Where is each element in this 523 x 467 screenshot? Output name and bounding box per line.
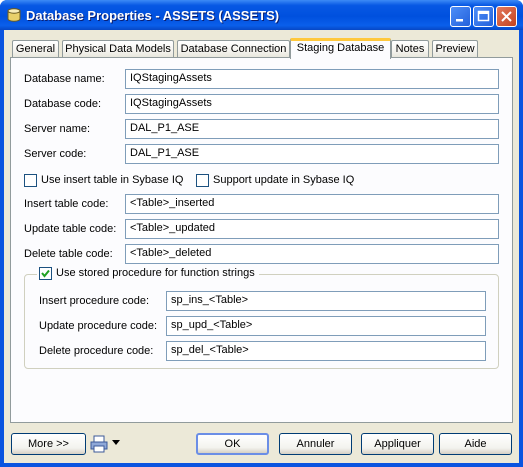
tab-database-connection[interactable]: Database Connection bbox=[177, 40, 290, 58]
tab-notes[interactable]: Notes bbox=[391, 40, 429, 58]
tab-general[interactable]: General bbox=[12, 40, 59, 58]
use-stored-procedure-checkbox[interactable] bbox=[39, 267, 52, 280]
insert-procedure-code-field[interactable]: sp_ins_<Table> bbox=[166, 291, 486, 311]
triangle-down-icon[interactable] bbox=[112, 440, 121, 446]
server-name-label: Server name: bbox=[24, 123, 91, 135]
cancel-button[interactable]: Annuler bbox=[279, 433, 352, 455]
delete-procedure-code-field[interactable]: sp_del_<Table> bbox=[166, 341, 486, 361]
close-button[interactable] bbox=[496, 6, 517, 27]
database-name-label: Database name: bbox=[24, 73, 105, 85]
database-icon bbox=[7, 8, 21, 22]
database-code-field[interactable]: IQStagingAssets bbox=[125, 94, 499, 114]
dialog-body: General Physical Data Models Database Co… bbox=[4, 30, 519, 463]
insert-procedure-code-label: Insert procedure code: bbox=[39, 295, 150, 307]
insert-table-code-label: Insert table code: bbox=[24, 198, 109, 210]
database-code-label: Database code: bbox=[24, 98, 102, 110]
group-header: Use stored procedure for function string… bbox=[37, 266, 259, 282]
server-code-field[interactable]: DAL_P1_ASE bbox=[125, 144, 499, 164]
support-update-label: Support update in Sybase IQ bbox=[213, 174, 355, 186]
maximize-icon bbox=[477, 10, 490, 22]
help-button[interactable]: Aide bbox=[439, 433, 512, 455]
checkmark-icon bbox=[41, 269, 50, 278]
update-table-code-field[interactable]: <Table>_updated bbox=[125, 219, 499, 239]
update-table-code-label: Update table code: bbox=[24, 223, 117, 235]
tab-preview[interactable]: Preview bbox=[432, 40, 478, 58]
tab-strip: General Physical Data Models Database Co… bbox=[10, 38, 515, 59]
tab-physical-data-models[interactable]: Physical Data Models bbox=[62, 40, 174, 58]
delete-procedure-code-label: Delete procedure code: bbox=[39, 345, 154, 357]
use-stored-procedure-label: Use stored procedure for function string… bbox=[56, 267, 255, 279]
maximize-button[interactable] bbox=[473, 6, 494, 27]
server-code-label: Server code: bbox=[24, 148, 87, 160]
delete-table-code-label: Delete table code: bbox=[24, 248, 113, 260]
more-button[interactable]: More >> bbox=[11, 433, 86, 455]
print-icon[interactable] bbox=[90, 435, 108, 453]
server-name-field[interactable]: DAL_P1_ASE bbox=[125, 119, 499, 139]
update-procedure-code-label: Update procedure code: bbox=[39, 320, 158, 332]
insert-table-code-field[interactable]: <Table>_inserted bbox=[125, 194, 499, 214]
use-insert-table-checkbox[interactable] bbox=[24, 174, 37, 187]
apply-button[interactable]: Appliquer bbox=[361, 433, 434, 455]
title-bar[interactable]: Database Properties - ASSETS (ASSETS) bbox=[0, 0, 523, 30]
tab-staging-database[interactable]: Staging Database bbox=[290, 38, 391, 59]
ok-button[interactable]: OK bbox=[196, 433, 269, 455]
delete-table-code-field[interactable]: <Table>_deleted bbox=[125, 244, 499, 264]
support-update-checkbox[interactable] bbox=[196, 174, 209, 187]
close-icon bbox=[501, 11, 512, 22]
staging-database-panel: Database name: IQStagingAssets Database … bbox=[10, 57, 513, 423]
update-procedure-code-field[interactable]: sp_upd_<Table> bbox=[166, 316, 486, 336]
minimize-icon bbox=[456, 19, 463, 22]
minimize-button[interactable] bbox=[450, 6, 471, 27]
window-title: Database Properties - ASSETS (ASSETS) bbox=[26, 8, 280, 23]
use-insert-table-label: Use insert table in Sybase IQ bbox=[41, 174, 184, 186]
dialog-window: Database Properties - ASSETS (ASSETS) Ge… bbox=[0, 0, 523, 467]
database-name-field[interactable]: IQStagingAssets bbox=[125, 69, 499, 89]
